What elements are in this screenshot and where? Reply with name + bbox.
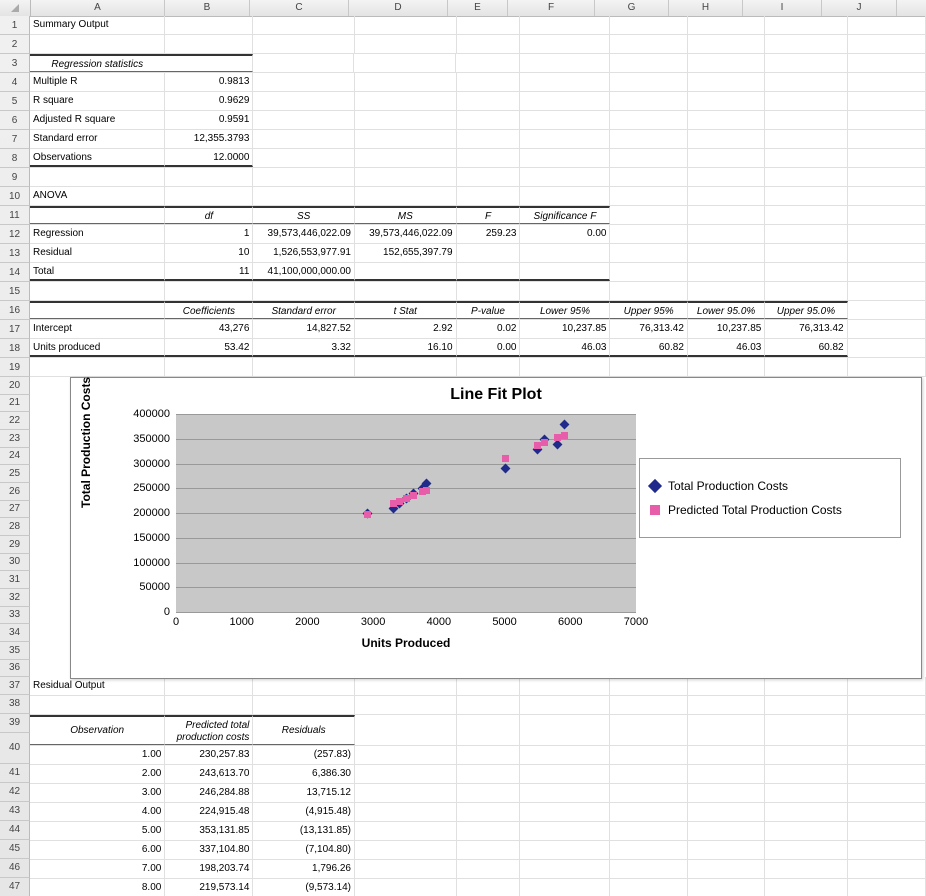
reg-stat-label[interactable]: Multiple R [30,73,165,91]
row-header-38[interactable]: 38 [0,695,30,714]
row-header-19[interactable]: 19 [0,358,30,377]
square-marker-icon [650,505,660,515]
data-point [559,419,569,429]
legend-item-actual: Total Production Costs [650,479,890,493]
row-header-11[interactable]: 11 [0,206,30,225]
row-header-13[interactable]: 13 [0,244,30,263]
row-header-41[interactable]: 41 [0,764,30,783]
row-header-5[interactable]: 5 [0,92,30,111]
col-header-B[interactable]: B [165,0,250,16]
row-header-7[interactable]: 7 [0,130,30,149]
row-header-18[interactable]: 18 [0,339,30,358]
row-header-14[interactable]: 14 [0,263,30,282]
row-header-46[interactable]: 46 [0,859,30,878]
row-1: Summary Output [30,16,926,35]
row-header-40[interactable]: 40 [0,733,30,764]
row-header-43[interactable]: 43 [0,802,30,821]
line-fit-chart[interactable]: Line Fit Plot Total Production Costs 050… [70,377,922,679]
anova-header[interactable]: ANOVA [30,187,165,205]
row-header-8[interactable]: 8 [0,149,30,168]
row-header-29[interactable]: 29 [0,536,30,554]
row-header-39[interactable]: 39 [0,714,30,733]
column-header-row: A B C D E F G H I J [0,0,926,17]
chart-title: Line Fit Plot [71,386,921,404]
row-header-24[interactable]: 24 [0,448,30,466]
row-header-26[interactable]: 26 [0,483,30,501]
row-header-36[interactable]: 36 [0,660,30,678]
row-header-31[interactable]: 31 [0,571,30,589]
chart-xlabel: Units Produced [176,636,636,650]
residual-row: 2.00243,613.706,386.30 [30,765,926,784]
row-header-12[interactable]: 12 [0,225,30,244]
row-header-33[interactable]: 33 [0,607,30,625]
row-header-10[interactable]: 10 [0,187,30,206]
row-header-1[interactable]: 1 [0,16,30,35]
col-header-I[interactable]: I [743,0,822,16]
col-header-F[interactable]: F [508,0,595,16]
row-header-9[interactable]: 9 [0,168,30,187]
diamond-marker-icon [648,479,662,493]
select-all-corner[interactable] [0,0,31,16]
data-point [423,487,430,494]
cell-A1[interactable]: Summary Output [30,16,165,34]
row-header-47[interactable]: 47 [0,878,30,896]
data-point [396,498,403,505]
row-header-2[interactable]: 2 [0,35,30,54]
col-header-D[interactable]: D [349,0,448,16]
data-point [561,432,568,439]
row-header-37[interactable]: 37 [0,677,30,695]
col-header-H[interactable]: H [669,0,743,16]
row-header-column: 1234567891011121314151617181920212223242… [0,16,30,896]
reg-stats-header[interactable]: Regression statistics [30,54,165,72]
row-header-34[interactable]: 34 [0,624,30,642]
data-point [390,500,397,507]
chart-legend: Total Production Costs Predicted Total P… [639,458,901,538]
residual-row: 5.00353,131.85(13,131.85) [30,822,926,841]
row-header-22[interactable]: 22 [0,412,30,430]
row-header-20[interactable]: 20 [0,377,30,395]
data-point [502,455,509,462]
residual-row: 7.00198,203.741,796.26 [30,860,926,879]
residual-row: 3.00246,284.8813,715.12 [30,784,926,803]
row-header-15[interactable]: 15 [0,282,30,301]
legend-item-predicted: Predicted Total Production Costs [650,503,890,517]
row-header-30[interactable]: 30 [0,554,30,572]
data-point [541,439,548,446]
row-header-21[interactable]: 21 [0,395,30,413]
residual-row: 6.00337,104.80(7,104.80) [30,841,926,860]
row-header-28[interactable]: 28 [0,518,30,536]
row-header-32[interactable]: 32 [0,589,30,607]
plot-area: 0500001000001500002000002500003000003500… [176,414,636,612]
data-point [364,511,371,518]
row-header-44[interactable]: 44 [0,821,30,840]
col-header-E[interactable]: E [448,0,508,16]
residual-row: 8.00219,573.14(9,573.14) [30,879,926,896]
residual-row: 4.00224,915.48(4,915.48) [30,803,926,822]
row-header-4[interactable]: 4 [0,73,30,92]
row-header-23[interactable]: 23 [0,430,30,448]
residual-row: 1.00230,257.83(257.83) [30,746,926,765]
row-header-45[interactable]: 45 [0,840,30,859]
col-header-C[interactable]: C [250,0,349,16]
row-header-42[interactable]: 42 [0,783,30,802]
row-header-27[interactable]: 27 [0,501,30,519]
data-point [410,492,417,499]
spreadsheet: A B C D E F G H I J 12345678910111213141… [0,0,926,896]
col-header-A[interactable]: A [31,0,165,16]
row-header-35[interactable]: 35 [0,642,30,660]
row-header-25[interactable]: 25 [0,465,30,483]
col-header-J[interactable]: J [822,0,897,16]
data-point [500,464,510,474]
row-header-3[interactable]: 3 [0,54,30,73]
sheet-grid[interactable]: Summary Output Regression statistics Mul… [30,16,926,896]
row-header-16[interactable]: 16 [0,301,30,320]
chart-ylabel: Total Production Costs [79,377,93,508]
row-header-6[interactable]: 6 [0,111,30,130]
col-header-G[interactable]: G [595,0,669,16]
row-header-17[interactable]: 17 [0,320,30,339]
residual-header[interactable]: Residual Output [30,677,165,695]
